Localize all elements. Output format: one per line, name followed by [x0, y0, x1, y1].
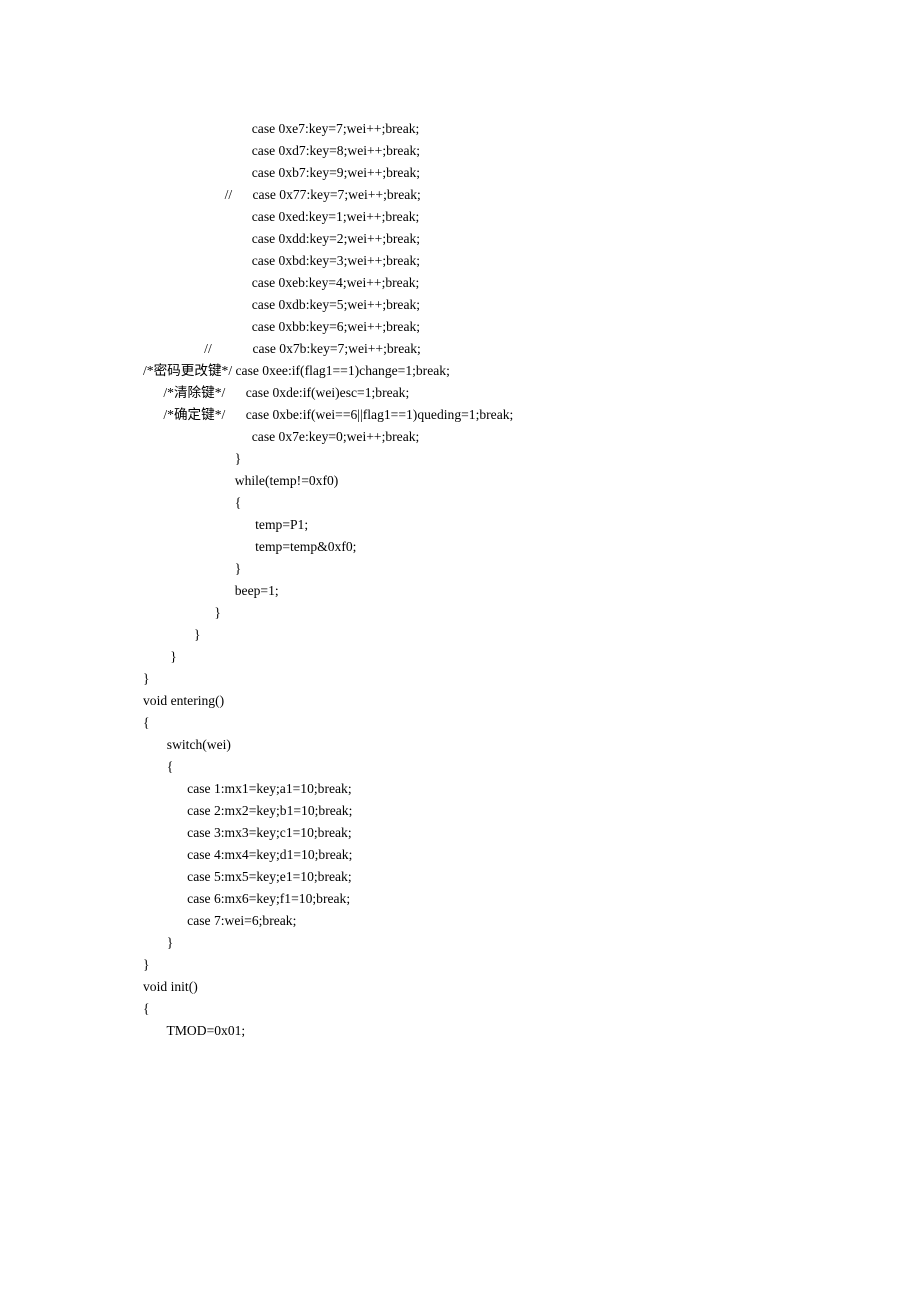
code-line: case 0xdb:key=5;wei++;break;	[143, 294, 920, 316]
code-line: }	[143, 932, 920, 954]
code-line: case 0xed:key=1;wei++;break;	[143, 206, 920, 228]
code-line: {	[143, 492, 920, 514]
code-line: }	[143, 954, 920, 976]
code-line: case 0xb7:key=9;wei++;break;	[143, 162, 920, 184]
code-line: // case 0x7b:key=7;wei++;break;	[143, 338, 920, 360]
code-line: }	[143, 558, 920, 580]
code-line: case 3:mx3=key;c1=10;break;	[143, 822, 920, 844]
code-line: /*清除键*/ case 0xde:if(wei)esc=1;break;	[143, 382, 920, 404]
code-line: void entering()	[143, 690, 920, 712]
code-line: case 0xeb:key=4;wei++;break;	[143, 272, 920, 294]
code-line: /*密码更改键*/ case 0xee:if(flag1==1)change=1…	[143, 360, 920, 382]
code-line: beep=1;	[143, 580, 920, 602]
code-line: }	[143, 448, 920, 470]
code-line: case 0xbd:key=3;wei++;break;	[143, 250, 920, 272]
code-line: case 2:mx2=key;b1=10;break;	[143, 800, 920, 822]
code-line: void init()	[143, 976, 920, 998]
code-line: case 0xbb:key=6;wei++;break;	[143, 316, 920, 338]
code-line: case 0xe7:key=7;wei++;break;	[143, 118, 920, 140]
code-line: case 0xd7:key=8;wei++;break;	[143, 140, 920, 162]
code-line: {	[143, 998, 920, 1020]
code-line: /*确定键*/ case 0xbe:if(wei==6||flag1==1)qu…	[143, 404, 920, 426]
code-line: case 1:mx1=key;a1=10;break;	[143, 778, 920, 800]
code-line: }	[143, 668, 920, 690]
code-line: case 0x7e:key=0;wei++;break;	[143, 426, 920, 448]
code-line: TMOD=0x01;	[143, 1020, 920, 1042]
code-line: }	[143, 624, 920, 646]
code-line: case 6:mx6=key;f1=10;break;	[143, 888, 920, 910]
code-line: while(temp!=0xf0)	[143, 470, 920, 492]
code-line: }	[143, 646, 920, 668]
code-line: case 0xdd:key=2;wei++;break;	[143, 228, 920, 250]
code-line: temp=P1;	[143, 514, 920, 536]
code-line: {	[143, 712, 920, 734]
code-line: temp=temp&0xf0;	[143, 536, 920, 558]
code-line: switch(wei)	[143, 734, 920, 756]
code-line: }	[143, 602, 920, 624]
code-line: case 5:mx5=key;e1=10;break;	[143, 866, 920, 888]
code-line: {	[143, 756, 920, 778]
code-line: // case 0x77:key=7;wei++;break;	[143, 184, 920, 206]
code-page: case 0xe7:key=7;wei++;break; case 0xd7:k…	[0, 0, 920, 1042]
code-line: case 4:mx4=key;d1=10;break;	[143, 844, 920, 866]
code-line: case 7:wei=6;break;	[143, 910, 920, 932]
